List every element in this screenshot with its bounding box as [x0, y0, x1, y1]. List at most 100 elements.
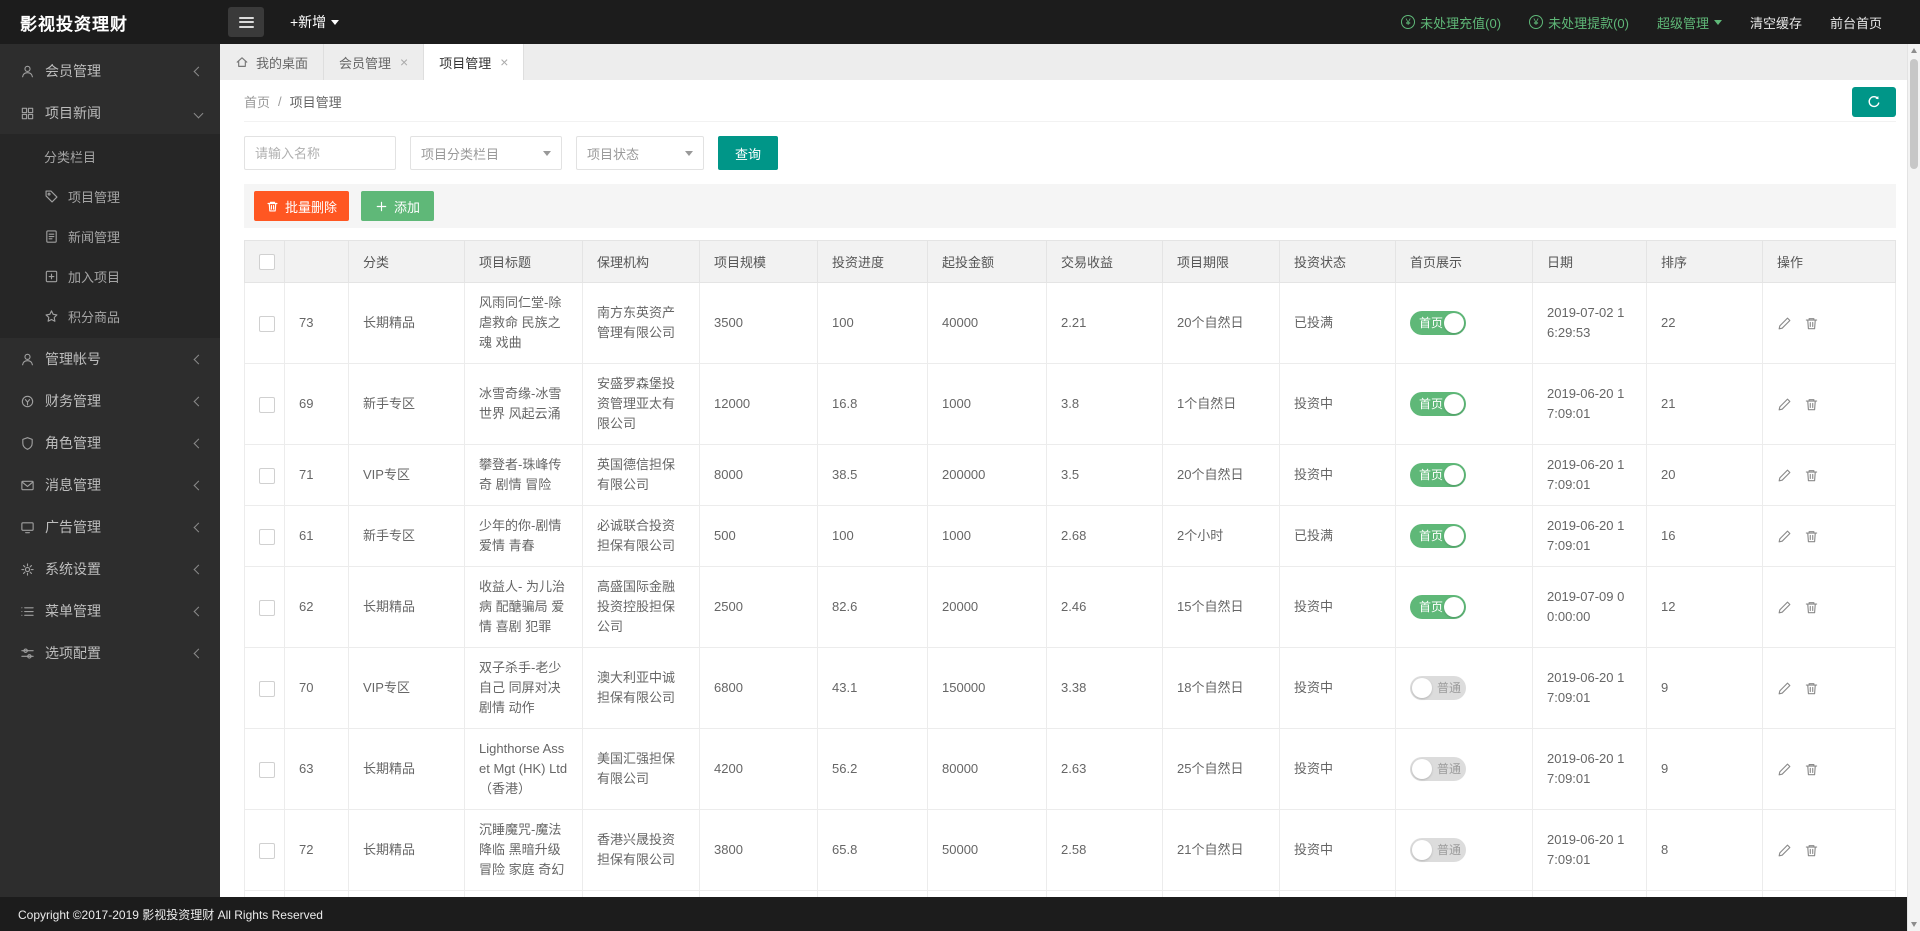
cell-min-invest: 150000 — [928, 648, 1047, 729]
cell-title: 收益人- 为儿治病 配醣骗局 爱情 喜剧 犯罪 — [465, 567, 583, 648]
cell-display: 首页 — [1396, 506, 1533, 567]
scrollbar-thumb[interactable] — [1910, 59, 1918, 169]
cell-date: 2019-06-20 17:09:01 — [1533, 648, 1647, 729]
cell-category: 新手专区 — [349, 506, 465, 567]
row-checkbox[interactable] — [259, 762, 275, 778]
edit-icon[interactable] — [1777, 468, 1792, 483]
select-all-checkbox[interactable] — [259, 254, 275, 270]
sidebar-subitem[interactable]: 新闻管理 — [0, 216, 220, 256]
col-ops: 操作 — [1763, 241, 1896, 283]
content: 首页 / 项目管理 项目分类栏目 — [220, 80, 1920, 897]
table-header-row: 分类 项目标题 保理机构 项目规模 投资进度 起投金额 交易收益 项目期限 投资… — [245, 241, 1896, 283]
chevron-left-icon — [194, 522, 204, 532]
scroll-up-button[interactable] — [1908, 44, 1920, 57]
status-select[interactable]: 项目状态 — [576, 136, 704, 170]
cell-title: Lighthorse Asset Mgt (HK) Ltd （香港） — [465, 729, 583, 810]
cell-date: 2019-06-20 17:09:01 — [1533, 506, 1647, 567]
table-row: 63长期精品Lighthorse Asset Mgt (HK) Ltd （香港）… — [245, 729, 1896, 810]
edit-icon[interactable] — [1777, 600, 1792, 615]
sidebar-item[interactable]: 菜单管理 — [0, 590, 220, 632]
cell-id: 72 — [285, 810, 349, 891]
sidebar-menu: 会员管理项目新闻分类栏目项目管理新闻管理加入项目积分商品管理帐号财务管理角色管理… — [0, 50, 220, 674]
cell-ops — [1763, 445, 1896, 506]
tab[interactable]: 我的桌面 — [220, 44, 324, 80]
edit-icon[interactable] — [1777, 681, 1792, 696]
display-toggle[interactable]: 首页 — [1410, 463, 1466, 487]
display-toggle[interactable]: 首页 — [1410, 595, 1466, 619]
category-select[interactable]: 项目分类栏目 — [410, 136, 562, 170]
sidebar-item[interactable]: 角色管理 — [0, 422, 220, 464]
sidebar-subitem[interactable]: 分类栏目 — [0, 136, 220, 176]
tab-label: 项目管理 — [439, 53, 491, 72]
row-checkbox[interactable] — [259, 843, 275, 859]
sidebar-toggle-button[interactable] — [228, 7, 264, 37]
delete-icon[interactable] — [1804, 843, 1819, 858]
pending-withdraw-link[interactable]: ¥ 未处理提款(0) — [1529, 13, 1629, 32]
cell-category: 长期精品 — [349, 567, 465, 648]
scroll-down-button[interactable] — [1908, 918, 1920, 931]
toggle-knob — [1412, 678, 1432, 698]
tab[interactable]: 会员管理× — [324, 44, 424, 80]
row-checkbox[interactable] — [259, 397, 275, 413]
sidebar-subitem-label: 新闻管理 — [68, 227, 120, 246]
toggle-knob — [1444, 465, 1464, 485]
close-icon[interactable]: × — [400, 54, 408, 70]
row-checkbox[interactable] — [259, 681, 275, 697]
breadcrumb-home[interactable]: 首页 — [244, 92, 270, 111]
sidebar-item[interactable]: 管理帐号 — [0, 338, 220, 380]
add-button[interactable]: 添加 — [361, 191, 434, 221]
cell-category: VIP专区 — [349, 648, 465, 729]
delete-icon[interactable] — [1804, 681, 1819, 696]
sidebar-item[interactable]: 广告管理 — [0, 506, 220, 548]
display-toggle[interactable]: 首页 — [1410, 311, 1466, 335]
display-toggle[interactable]: 首页 — [1410, 524, 1466, 548]
sidebar-subitem[interactable]: 积分商品 — [0, 296, 220, 336]
sidebar-item[interactable]: 会员管理 — [0, 50, 220, 92]
edit-icon[interactable] — [1777, 529, 1792, 544]
sidebar-item[interactable]: 系统设置 — [0, 548, 220, 590]
chevron-down-icon — [194, 108, 204, 118]
batch-delete-button[interactable]: 批量删除 — [254, 191, 349, 221]
edit-icon[interactable] — [1777, 762, 1792, 777]
delete-icon[interactable] — [1804, 529, 1819, 544]
name-search-input[interactable] — [244, 136, 396, 170]
display-toggle[interactable]: 首页 — [1410, 392, 1466, 416]
admin-account-menu[interactable]: 超级管理 — [1657, 13, 1722, 32]
delete-icon[interactable] — [1804, 762, 1819, 777]
cell-scale: 3500 — [700, 283, 818, 364]
delete-icon[interactable] — [1804, 600, 1819, 615]
front-home-link[interactable]: 前台首页 — [1830, 13, 1882, 32]
display-toggle[interactable]: 普通 — [1410, 838, 1466, 862]
pending-recharge-link[interactable]: ¥ 未处理充值(0) — [1401, 13, 1501, 32]
sidebar-item[interactable]: 选项配置 — [0, 632, 220, 674]
delete-icon[interactable] — [1804, 397, 1819, 412]
sidebar-item[interactable]: 项目新闻 — [0, 92, 220, 134]
row-checkbox[interactable] — [259, 468, 275, 484]
row-checkbox[interactable] — [259, 600, 275, 616]
display-toggle[interactable]: 普通 — [1410, 757, 1466, 781]
refresh-button[interactable] — [1852, 87, 1896, 117]
arrow-down-icon — [1911, 922, 1917, 927]
sidebar-item[interactable]: 财务管理 — [0, 380, 220, 422]
sidebar-item[interactable]: 消息管理 — [0, 464, 220, 506]
close-icon[interactable]: × — [500, 54, 508, 70]
clear-cache-button[interactable]: 清空缓存 — [1750, 13, 1802, 32]
row-checkbox[interactable] — [259, 316, 275, 332]
breadcrumb: 首页 / 项目管理 — [244, 92, 342, 111]
sidebar-subitem[interactable]: 加入项目 — [0, 256, 220, 296]
sidebar-item-label: 会员管理 — [45, 61, 101, 81]
search-button[interactable]: 查询 — [718, 136, 778, 170]
delete-icon[interactable] — [1804, 468, 1819, 483]
row-checkbox[interactable] — [259, 529, 275, 545]
cell-id: 70 — [285, 648, 349, 729]
add-new-dropdown[interactable]: +新增 — [290, 12, 339, 32]
delete-icon[interactable] — [1804, 316, 1819, 331]
edit-icon[interactable] — [1777, 316, 1792, 331]
sidebar-subitem[interactable]: 项目管理 — [0, 176, 220, 216]
home-icon — [235, 55, 249, 69]
cell-profit: 3.8 — [1047, 364, 1163, 445]
display-toggle[interactable]: 普通 — [1410, 676, 1466, 700]
edit-icon[interactable] — [1777, 843, 1792, 858]
edit-icon[interactable] — [1777, 397, 1792, 412]
tab[interactable]: 项目管理 × — [424, 44, 524, 80]
